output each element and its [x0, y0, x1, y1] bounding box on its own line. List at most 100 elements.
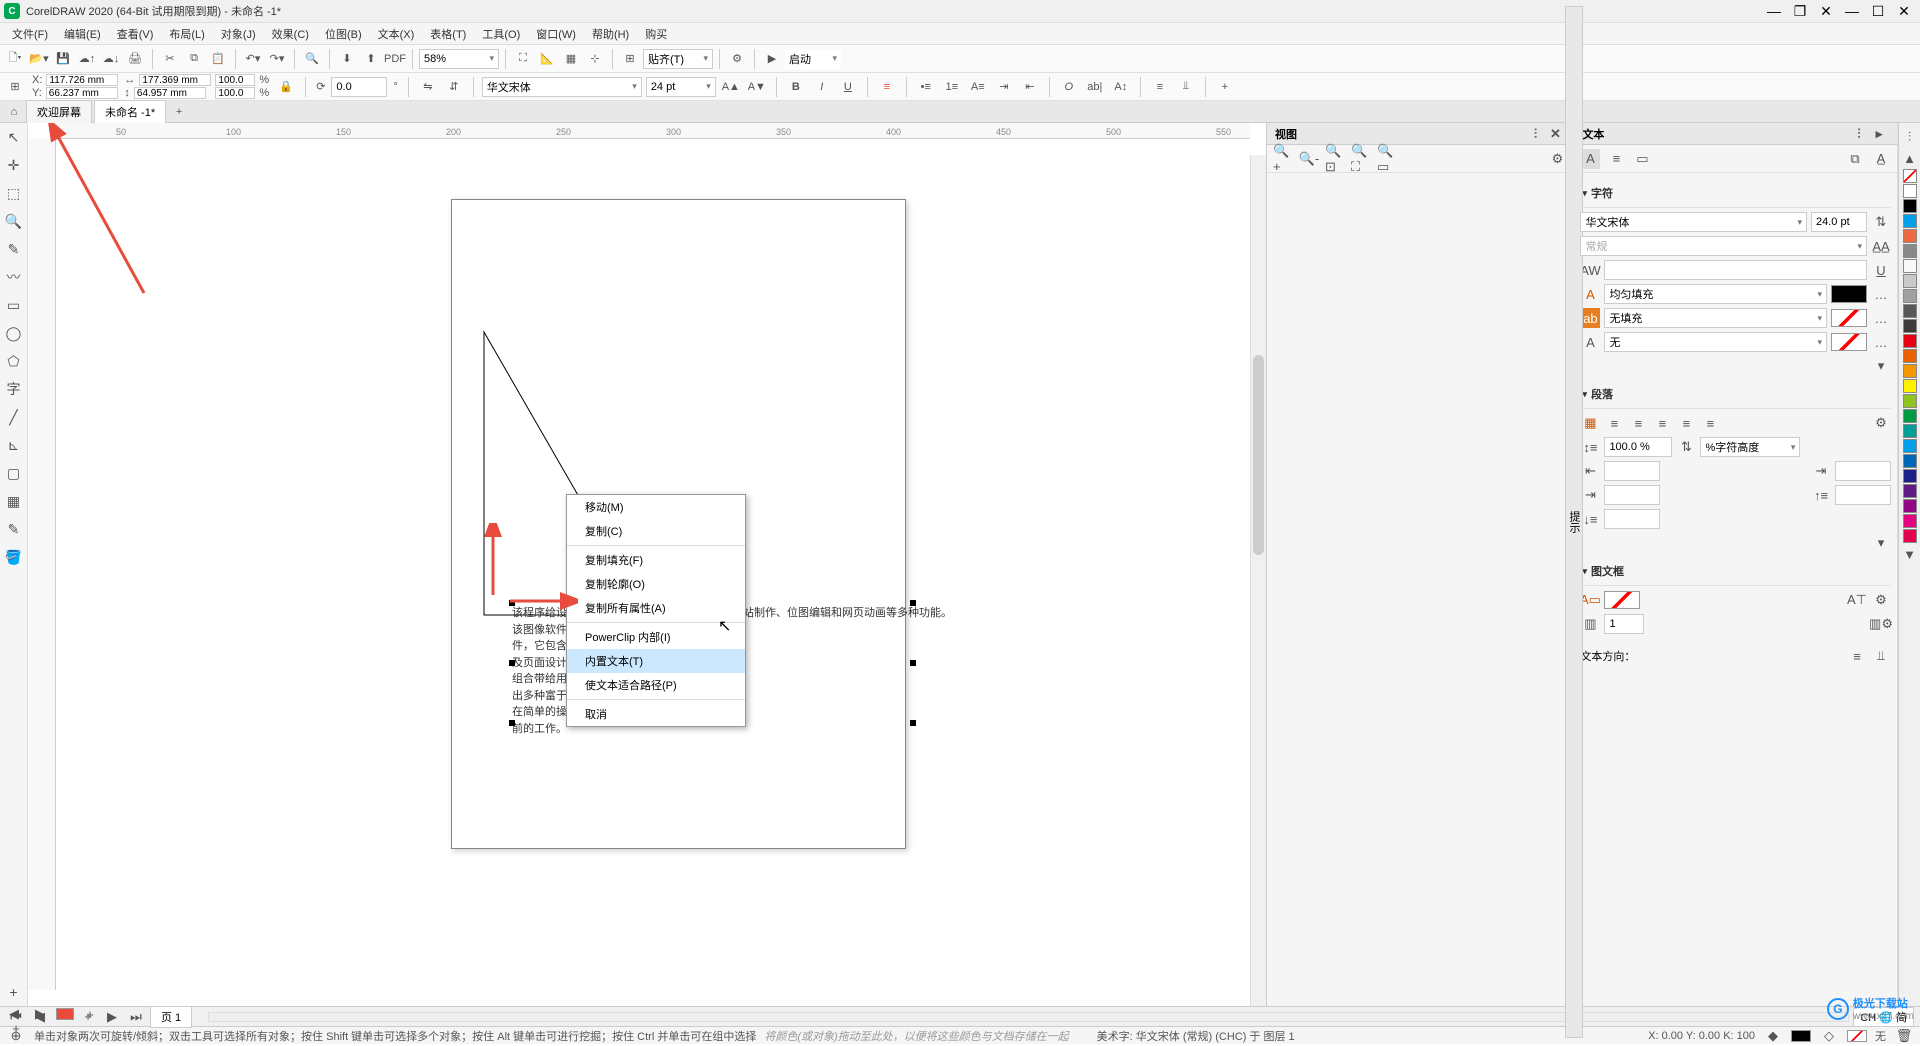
object-next-icon[interactable]: ▶	[30, 1004, 50, 1024]
vertical-ruler[interactable]	[28, 139, 56, 990]
panel-fontsize-input[interactable]	[1811, 212, 1867, 232]
rulers-icon[interactable]: 📐	[536, 48, 558, 70]
launch-dropdown[interactable]: 启动	[785, 49, 841, 69]
more-options-icon[interactable]: ▾	[1871, 533, 1891, 553]
frame-fill-icon[interactable]: A▭	[1580, 590, 1600, 610]
drop-cap-icon[interactable]: A≡	[967, 76, 989, 98]
zoom-tool-icon[interactable]: 🔍	[2, 209, 26, 233]
indent-decrease-icon[interactable]: ⇤	[1019, 76, 1041, 98]
color-swatch[interactable]	[1903, 439, 1917, 453]
close-icon[interactable]: ✕	[1892, 2, 1916, 20]
hor-text-icon[interactable]: ≡	[1149, 76, 1171, 98]
save-icon[interactable]: 💾	[52, 48, 74, 70]
zoom-out-icon[interactable]: 🔍-	[1299, 149, 1319, 169]
color-swatch[interactable]	[1903, 529, 1917, 543]
section-para[interactable]: 段落	[1580, 380, 1891, 409]
pick-tool-icon[interactable]: ↖	[2, 125, 26, 149]
transparency-tool-icon[interactable]: ▦	[2, 489, 26, 513]
color-swatch[interactable]	[1903, 274, 1917, 288]
color-swatch[interactable]	[1903, 304, 1917, 318]
para-tab-icon[interactable]: ≡	[1606, 149, 1626, 169]
color-swatch[interactable]	[1903, 409, 1917, 423]
horizontal-scrollbar[interactable]	[208, 1012, 1849, 1022]
open-icon[interactable]: 📂▾	[28, 48, 50, 70]
export-icon[interactable]: ⬆	[360, 48, 382, 70]
context-menu-item[interactable]: 使文本适合路径(P)	[567, 673, 745, 697]
menu-item[interactable]: 编辑(E)	[56, 24, 109, 44]
menu-item[interactable]: 位图(B)	[317, 24, 370, 44]
undo-icon[interactable]: ↶▾	[242, 48, 264, 70]
indent-first-input[interactable]	[1835, 461, 1891, 481]
columns-input[interactable]	[1604, 614, 1644, 634]
width-input[interactable]	[139, 74, 211, 86]
maximize-icon[interactable]: ☐	[1866, 2, 1890, 20]
minimize-icon[interactable]: —	[1840, 2, 1864, 20]
panel-menu-icon[interactable]: ⫶	[1525, 124, 1545, 144]
fill-more-icon[interactable]: …	[1871, 284, 1891, 304]
selection-handle[interactable]	[509, 600, 515, 606]
menu-item[interactable]: 效果(C)	[264, 24, 317, 44]
color-swatch[interactable]	[1903, 184, 1917, 198]
color-swatch[interactable]	[1903, 514, 1917, 528]
panel-font-dropdown[interactable]: 华文宋体	[1580, 212, 1807, 232]
edit-text-icon[interactable]: ab|	[1084, 76, 1106, 98]
trash-icon[interactable]: 🗑	[1894, 1026, 1914, 1046]
paste-icon[interactable]: 📋	[207, 48, 229, 70]
context-menu-item[interactable]: 移动(M)	[567, 495, 745, 519]
color-swatch[interactable]	[1903, 334, 1917, 348]
new-window-icon[interactable]: ⧉	[1845, 149, 1865, 169]
panel-title-view[interactable]: 视图 ⫶ ✕	[1267, 123, 1573, 145]
ellipse-tool-icon[interactable]: ◯	[2, 321, 26, 345]
numbered-list-icon[interactable]: 1≡	[941, 76, 963, 98]
status-fill-swatch[interactable]	[1791, 1030, 1811, 1042]
grid-icon[interactable]: ▦	[560, 48, 582, 70]
text-direction-icon[interactable]: A↕	[1110, 76, 1132, 98]
outline-color-swatch[interactable]	[1831, 333, 1867, 351]
last-page-icon[interactable]: ⏭	[126, 1007, 146, 1027]
menu-item[interactable]: 帮助(H)	[584, 24, 637, 44]
menu-item[interactable]: 表格(T)	[422, 24, 474, 44]
font-size-dropdown[interactable]: 24 pt	[646, 77, 716, 97]
menu-item[interactable]: 窗口(W)	[528, 24, 584, 44]
cloud-upload-icon[interactable]: ☁↑	[76, 48, 98, 70]
search-icon[interactable]: 🔍	[301, 48, 323, 70]
zoom-page-icon[interactable]: 🔍▭	[1377, 149, 1397, 169]
color-swatch[interactable]	[1903, 289, 1917, 303]
selection-handle[interactable]	[910, 720, 916, 726]
mirror-v-icon[interactable]: ⇵	[443, 76, 465, 98]
color-swatch[interactable]	[1903, 454, 1917, 468]
fill-tool-icon[interactable]: 🪣	[2, 545, 26, 569]
text-align-icon[interactable]: ≡	[876, 76, 898, 98]
height-input[interactable]	[134, 87, 206, 99]
fill-color-swatch[interactable]	[1831, 285, 1867, 303]
doc-swatch[interactable]	[56, 1008, 74, 1020]
para-settings-icon[interactable]: ⚙	[1871, 413, 1891, 433]
freehand-tool-icon[interactable]: ✎	[2, 237, 26, 261]
align-left-icon[interactable]: ≡	[1604, 413, 1624, 433]
indent-increase-icon[interactable]: ⇥	[993, 76, 1015, 98]
lock-ratio-icon[interactable]: 🔒	[275, 76, 297, 98]
launch-icon[interactable]: ▶	[761, 48, 783, 70]
copy-icon[interactable]: ⧉	[183, 48, 205, 70]
print-icon[interactable]: 🖨	[124, 48, 146, 70]
text-dir-h-icon[interactable]: ≡	[1847, 646, 1867, 666]
color-swatch[interactable]	[1903, 259, 1917, 273]
context-menu-item[interactable]: 复制填充(F)	[567, 548, 745, 572]
doc-close-icon[interactable]: ✕	[1814, 2, 1838, 20]
menu-item[interactable]: 查看(V)	[109, 24, 162, 44]
cloud-download-icon[interactable]: ☁↓	[100, 48, 122, 70]
color-swatch[interactable]	[1903, 244, 1917, 258]
bold-button[interactable]: B	[785, 76, 807, 98]
import-icon[interactable]: ⬇	[336, 48, 358, 70]
zoom-selection-icon[interactable]: 🔍⊡	[1325, 149, 1345, 169]
new-icon[interactable]: 🗋▾	[4, 48, 26, 70]
indent-left-input[interactable]	[1604, 461, 1660, 481]
frame-settings-icon[interactable]: ⚙	[1871, 590, 1891, 610]
color-swatch[interactable]	[1903, 484, 1917, 498]
selection-handle[interactable]	[910, 660, 916, 666]
text-dir-v-icon[interactable]: ⫫	[1871, 646, 1891, 666]
increase-size-icon[interactable]: A▲	[720, 76, 742, 98]
add-tool-icon[interactable]: +	[2, 980, 26, 1004]
snap-dropdown[interactable]: 贴齐(T)	[643, 49, 713, 69]
fill-type-dropdown[interactable]: 均匀填充	[1604, 284, 1827, 304]
